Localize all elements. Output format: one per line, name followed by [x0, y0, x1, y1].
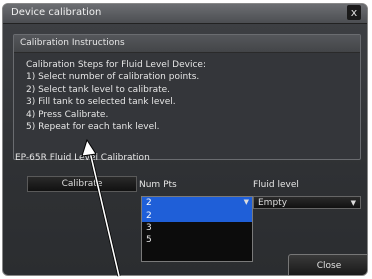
instruction-line: 4) Press Calibrate.: [26, 109, 109, 120]
instruction-line: 5) Repeat for each tank level.: [26, 122, 160, 133]
instruction-line: Calibration Steps for Fluid Level Device…: [26, 60, 206, 70]
close-button[interactable]: Close: [288, 254, 367, 275]
num-pts-option[interactable]: 3: [142, 222, 252, 234]
num-pts-current-value[interactable]: 2: [142, 197, 252, 210]
chevron-down-icon[interactable]: ▼: [244, 198, 249, 206]
num-pts-option[interactable]: 2: [142, 210, 252, 222]
instruction-line: 3) Fill tank to selected tank level.: [26, 97, 176, 108]
num-pts-value: 2: [146, 198, 152, 208]
instructions-text: Calibration Steps for Fluid Level Device…: [26, 59, 206, 133]
chevron-down-icon[interactable]: ▼: [351, 197, 356, 210]
window-title: Device calibration: [11, 7, 102, 18]
close-icon[interactable]: x: [347, 5, 361, 20]
fluid-level-label: Fluid level: [253, 180, 299, 190]
title-bar: Device calibration x: [3, 4, 367, 24]
fluid-calibration-heading: EP-65R Fluid Level Calibration: [15, 153, 150, 163]
instruction-line: 2) Select tank level to calibrate.: [26, 84, 171, 95]
num-pts-option[interactable]: 5: [142, 234, 252, 246]
instructions-header: Calibration Instructions: [14, 35, 360, 53]
instruction-line: 1) Select number of calibration points.: [26, 72, 200, 83]
num-pts-label: Num Pts: [139, 180, 177, 190]
fluid-level-select[interactable]: Empty ▼: [253, 196, 361, 209]
calibrate-button[interactable]: Calibrate: [27, 176, 137, 192]
num-pts-dropdown[interactable]: 2 ▼ 2 3 5: [141, 196, 253, 262]
instructions-panel: Calibration Instructions Calibration Ste…: [13, 34, 361, 160]
instructions-heading: Calibration Instructions: [20, 38, 125, 48]
device-calibration-dialog: Device calibration x Calibration Instruc…: [2, 3, 368, 276]
fluid-level-value: Empty: [258, 198, 288, 208]
